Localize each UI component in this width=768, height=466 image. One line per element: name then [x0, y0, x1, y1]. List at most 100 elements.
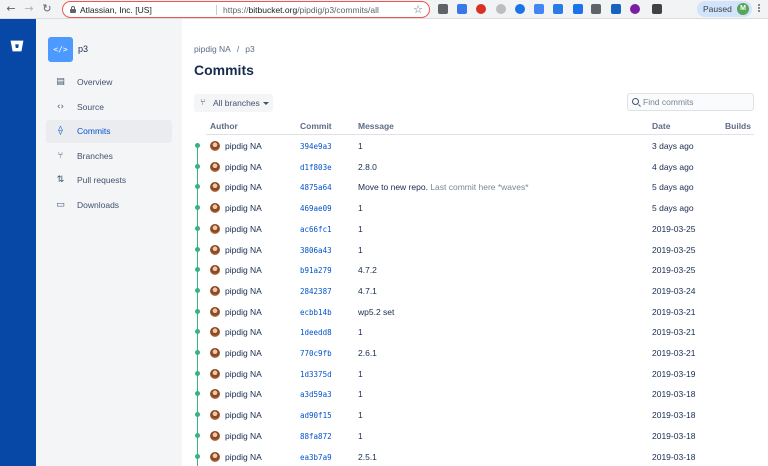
commit-author[interactable]: pipdig NA: [225, 162, 262, 172]
commit-author[interactable]: pipdig NA: [225, 286, 262, 296]
table-row[interactable]: pipdig NA 469ae09 1 5 days ago: [182, 198, 768, 219]
commit-hash-link[interactable]: 88fa872: [300, 432, 332, 441]
repo-avatar[interactable]: </>: [48, 37, 73, 62]
repo-name[interactable]: p3: [78, 44, 88, 54]
table-row[interactable]: pipdig NA a3d59a3 1 2019-03-18: [182, 384, 768, 405]
commit-author[interactable]: pipdig NA: [225, 327, 262, 337]
table-row[interactable]: pipdig NA 3806a43 1 2019-03-25: [182, 240, 768, 261]
commit-author[interactable]: pipdig NA: [225, 452, 262, 462]
table-row[interactable]: pipdig NA 1d3375d 1 2019-03-19: [182, 364, 768, 385]
extension-icon[interactable]: [496, 4, 506, 14]
commit-message-summary: wp5.2 set: [358, 306, 395, 317]
commit-node: [195, 143, 200, 148]
download-icon: ▭: [56, 199, 65, 210]
sidebar-item-commits[interactable]: ⟠ Commits: [46, 120, 172, 143]
commit-hash-link[interactable]: a3d59a3: [300, 390, 332, 399]
commit-node: [195, 432, 200, 438]
commit-hash-link[interactable]: 394e9a3: [300, 142, 332, 151]
extension-icon[interactable]: [573, 4, 583, 14]
extension-icon[interactable]: [457, 4, 467, 14]
commit-author[interactable]: pipdig NA: [225, 265, 262, 275]
commit-node: [195, 308, 200, 314]
table-row[interactable]: pipdig NA d1f803e 2.8.0 4 days ago: [182, 157, 768, 178]
address-bar[interactable]: Atlassian, Inc. [US] https://bitbucket.o…: [62, 1, 430, 18]
commit-node: [195, 184, 200, 190]
commit-hash-link[interactable]: ea3b7a9: [300, 453, 332, 462]
table-row[interactable]: pipdig NA 4875a64 Move to new repo. Last c…: [182, 177, 768, 198]
reload-icon[interactable]: ↻: [40, 2, 54, 16]
commit-author[interactable]: pipdig NA: [225, 369, 262, 379]
breadcrumb-owner[interactable]: pipdig NA: [194, 44, 231, 54]
url-text[interactable]: https://bitbucket.org/pipdig/p3/commits/…: [223, 5, 379, 15]
commit-author[interactable]: pipdig NA: [225, 141, 262, 151]
avatar: [210, 430, 220, 441]
commit-message-summary: 1: [358, 410, 363, 421]
commit-date: 2019-03-25: [652, 244, 696, 255]
sidebar-item-source[interactable]: ‹› Source: [46, 96, 172, 119]
lock-icon: [70, 6, 76, 13]
bookmark-star-icon[interactable]: ☆: [413, 3, 423, 16]
extension-icon[interactable]: [611, 4, 621, 14]
extension-icon[interactable]: [476, 4, 486, 14]
sidebar-item-downloads[interactable]: ▭ Downloads: [46, 194, 172, 217]
commit-hash-link[interactable]: b91a279: [300, 266, 332, 275]
commit-hash-link[interactable]: ad90f15: [300, 411, 332, 420]
commit-message-summary: 1: [358, 327, 363, 338]
commit-hash-link[interactable]: 4875a64: [300, 183, 332, 192]
table-row[interactable]: pipdig NA ad90f15 1 2019-03-18: [182, 405, 768, 426]
commit-author[interactable]: pipdig NA: [225, 348, 262, 358]
url-path: /pipdig/p3/commits/all: [297, 5, 379, 15]
extension-icon[interactable]: [515, 4, 525, 14]
find-commits-input[interactable]: Find commits: [627, 93, 754, 111]
commit-hash-link[interactable]: ecbb14b: [300, 308, 332, 317]
commit-author[interactable]: pipdig NA: [225, 410, 262, 420]
commit-author[interactable]: pipdig NA: [225, 182, 262, 192]
breadcrumb-repo[interactable]: p3: [245, 44, 254, 54]
extension-icon[interactable]: [591, 4, 601, 14]
extension-icon[interactable]: [553, 4, 563, 14]
commit-hash-link[interactable]: 1d3375d: [300, 370, 332, 379]
table-row[interactable]: pipdig NA ac66fc1 1 2019-03-25: [182, 219, 768, 240]
sidebar-item-label: Pull requests: [77, 175, 127, 185]
back-arrow-icon[interactable]: ←: [4, 2, 18, 16]
extension-icon[interactable]: [534, 4, 544, 14]
table-row[interactable]: pipdig NA ea3b7a9 2.5.1 2019-03-18: [182, 447, 768, 466]
commit-author[interactable]: pipdig NA: [225, 307, 262, 317]
project-sidebar: </> p3 ▤ Overview ‹› Source ⟠ Commits ⑂ Branche…: [36, 19, 182, 466]
commit-message: wp5.2 set: [358, 307, 394, 317]
commit-date: 2019-03-21: [652, 327, 696, 338]
main-content: pipdig NA / p3 Commits ⑂ All branches Find…: [182, 19, 768, 466]
commit-hash-link[interactable]: 770c9fb: [300, 349, 332, 358]
commit-hash-link[interactable]: 469ae09: [300, 204, 332, 213]
commit-hash-link[interactable]: 2842387: [300, 287, 332, 296]
extension-icon[interactable]: [652, 4, 662, 14]
commit-date: 5 days ago: [652, 182, 694, 193]
bitbucket-logo-icon[interactable]: [10, 40, 24, 52]
extension-icon[interactable]: [438, 4, 448, 14]
profile-button[interactable]: Paused M: [697, 1, 752, 17]
extension-icon[interactable]: [630, 4, 640, 14]
table-row[interactable]: pipdig NA 1deedd8 1 2019-03-21: [182, 322, 768, 343]
sidebar-item-pull-requests[interactable]: ⇅ Pull requests: [46, 169, 172, 192]
browser-menu-icon[interactable]: [757, 3, 761, 15]
sidebar-item-branches[interactable]: ⑂ Branches: [46, 145, 172, 168]
table-row[interactable]: pipdig NA 88fa872 1 2019-03-18: [182, 426, 768, 447]
commit-author[interactable]: pipdig NA: [225, 245, 262, 255]
commit-hash-link[interactable]: 3806a43: [300, 246, 332, 255]
table-row[interactable]: pipdig NA 394e9a3 1 3 days ago: [182, 136, 768, 157]
forward-arrow-icon[interactable]: →: [22, 2, 36, 16]
commit-message: 1: [358, 389, 363, 399]
table-row[interactable]: pipdig NA 2842387 4.7.1 2019-03-24: [182, 281, 768, 302]
commit-hash-link[interactable]: 1deedd8: [300, 328, 332, 337]
commit-hash-link[interactable]: d1f803e: [300, 163, 332, 172]
table-row[interactable]: pipdig NA 770c9fb 2.6.1 2019-03-21: [182, 343, 768, 364]
table-row[interactable]: pipdig NA ecbb14b wp5.2 set 2019-03-21: [182, 302, 768, 323]
commit-hash-link[interactable]: ac66fc1: [300, 225, 332, 234]
sidebar-item-overview[interactable]: ▤ Overview: [46, 71, 172, 94]
branch-filter-dropdown[interactable]: ⑂ All branches: [194, 94, 273, 112]
commit-author[interactable]: pipdig NA: [225, 224, 262, 234]
commit-author[interactable]: pipdig NA: [225, 431, 262, 441]
table-row[interactable]: pipdig NA b91a279 4.7.2 2019-03-25: [182, 260, 768, 281]
commit-author[interactable]: pipdig NA: [225, 389, 262, 399]
commit-author[interactable]: pipdig NA: [225, 203, 262, 213]
